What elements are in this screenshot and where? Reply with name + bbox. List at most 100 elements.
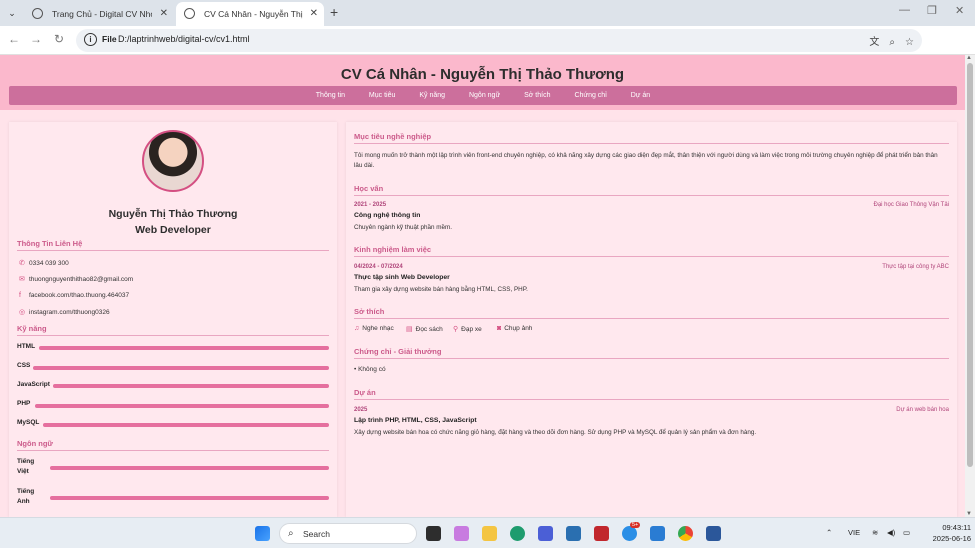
language-bar-fill — [50, 466, 329, 470]
certificate-text: Không có — [358, 366, 386, 373]
nav-ky-nang[interactable]: Kỹ năng — [419, 92, 445, 99]
wifi-icon[interactable]: ≋ — [872, 528, 878, 537]
reload-button[interactable]: ↻ — [51, 32, 67, 46]
skills-title: Kỹ năng — [17, 324, 329, 336]
zalo-icon[interactable] — [622, 526, 637, 541]
skill-bar-fill — [53, 384, 329, 388]
notification-badge: 5+ — [630, 522, 641, 528]
store-icon[interactable] — [566, 526, 581, 541]
avatar — [142, 130, 204, 192]
profile-name: Nguyễn Thị Thảo Thương — [108, 208, 238, 220]
language-label: Tiếng Việt — [17, 458, 35, 475]
instagram-icon: ◎ — [19, 309, 26, 316]
hobby-text: Chụp ảnh — [504, 325, 533, 332]
language-label: Tiếng Anh — [17, 488, 35, 505]
facebook-icon: f — [19, 292, 21, 299]
battery-icon[interactable]: ▭ — [903, 528, 910, 537]
nav-chung-chi[interactable]: Chứng chỉ — [574, 92, 606, 99]
window-close-button[interactable]: ✕ — [955, 4, 964, 17]
skill-label: MySQL — [17, 419, 40, 426]
nav-so-thich[interactable]: Sở thích — [524, 92, 550, 99]
close-icon[interactable]: ✕ — [160, 2, 168, 26]
hobby-item: ♫ Nghe nhạc — [354, 325, 394, 332]
clock[interactable]: 09:43:11 2025-06-16 — [915, 522, 971, 544]
forward-button[interactable]: → — [28, 32, 44, 46]
contact-instagram[interactable]: ◎ instagram.com/tthuong0326 — [19, 308, 110, 316]
copilot-icon[interactable] — [454, 526, 469, 541]
music-icon: ♫ — [354, 325, 360, 332]
vscode-icon[interactable] — [650, 526, 665, 541]
project-name: Dự án web bán hoa — [896, 407, 949, 413]
contact-title: Thông Tin Liên Hệ — [17, 239, 329, 251]
minimize-button[interactable]: — — [899, 4, 910, 16]
nav-ngon-ngu[interactable]: Ngôn ngữ — [469, 92, 500, 99]
experience-position: Thực tập sinh Web Developer — [354, 274, 450, 281]
chevron-up-icon[interactable]: ⌃ — [826, 528, 832, 537]
translate-icon[interactable]: 文 — [869, 37, 879, 48]
language-bar — [50, 496, 329, 500]
omnibox[interactable]: i File D:/laptrinhweb/digital-cv/cv1.htm… — [76, 29, 922, 52]
visual-studio-icon[interactable] — [538, 526, 553, 541]
tab-home[interactable]: Trang Chủ - Digital CV Nhóm 3 ✕ — [24, 2, 174, 26]
volume-icon[interactable]: ◀) — [887, 528, 895, 537]
hobby-text: Đọc sách — [415, 326, 443, 333]
project-tech: Lập trình PHP, HTML, CSS, JavaScript — [354, 417, 477, 424]
skill-label: CSS — [17, 362, 31, 369]
skill-bar-fill — [43, 423, 329, 427]
maximize-button[interactable]: ❐ — [927, 4, 937, 17]
skill-bar-fill — [35, 404, 329, 408]
skill-label: HTML — [17, 343, 36, 350]
experience-title: Kinh nghiệm làm việc — [354, 245, 949, 257]
contact-text: instagram.com/tthuong0326 — [29, 309, 110, 316]
address-bar: ← → ↻ i File D:/laptrinhweb/digital-cv/c… — [0, 26, 975, 72]
new-tab-button[interactable]: + — [330, 4, 338, 20]
word-icon[interactable] — [706, 526, 721, 541]
close-icon[interactable]: ✕ — [310, 2, 318, 26]
windows-start-icon[interactable] — [255, 526, 270, 541]
sidebar: Nguyễn Thị Thảo Thương Web Developer Thô… — [9, 122, 337, 517]
search-icon: ⌕ — [288, 528, 294, 539]
contact-email[interactable]: ✉ thuongnguyenthithao82@gmail.com — [19, 275, 133, 283]
tab-title: Trang Chủ - Digital CV Nhóm 3 — [52, 9, 152, 19]
page-title: CV Cá Nhân - Nguyễn Thị Thảo Thương — [340, 66, 625, 83]
zoom-icon[interactable]: ⌕ — [889, 37, 895, 48]
experience-period: 04/2024 - 07/2024 — [354, 264, 403, 270]
nav-du-an[interactable]: Dự án — [631, 92, 650, 99]
cv-page: CV Cá Nhân - Nguyễn Thị Thảo Thương Thôn… — [0, 55, 965, 517]
clock-time: 09:43:11 — [942, 523, 971, 532]
edge-icon[interactable] — [510, 526, 525, 541]
bicycle-icon: ⚲ — [453, 326, 459, 333]
file-explorer-icon[interactable] — [482, 526, 497, 541]
clock-date: 2025-06-16 — [932, 534, 971, 543]
tab-search-button[interactable]: ⌄ — [4, 5, 20, 21]
input-language[interactable]: VIE — [848, 528, 860, 537]
contact-facebook[interactable]: f facebook.com/thao.thuong.464037 — [19, 292, 129, 299]
task-view-icon[interactable] — [426, 526, 441, 541]
taskbar-search[interactable]: ⌕ Search — [279, 523, 417, 544]
page-scrollbar[interactable]: ▲ ▼ — [965, 55, 975, 517]
objective-text: Tôi mong muốn trở thành một lập trình vi… — [354, 152, 938, 169]
info-icon[interactable]: i — [84, 33, 97, 46]
chrome-icon[interactable] — [678, 526, 693, 541]
contact-text: facebook.com/thao.thuong.464037 — [29, 292, 130, 299]
profile-role: Web Developer — [135, 224, 211, 236]
contact-text: thuongnguyenthithao82@gmail.com — [29, 276, 134, 283]
bookmark-star-icon[interactable]: ☆ — [905, 37, 914, 48]
nav-thong-tin[interactable]: Thông tin — [316, 92, 345, 99]
objective-title: Mục tiêu nghề nghiệp — [354, 132, 949, 144]
language-bar-fill — [50, 496, 329, 500]
book-icon: ▤ — [406, 326, 413, 333]
education-title: Học vấn — [354, 184, 949, 196]
skill-label: PHP — [17, 400, 31, 407]
url-text[interactable]: D:/laptrinhweb/digital-cv/cv1.html — [118, 34, 250, 44]
back-button[interactable]: ← — [6, 32, 22, 46]
scroll-up-icon[interactable]: ▲ — [966, 55, 972, 61]
hobby-text: Đạp xe — [461, 326, 482, 333]
skill-bar — [39, 346, 329, 350]
education-major: Công nghệ thông tin — [354, 212, 421, 219]
nav-muc-tieu[interactable]: Mục tiêu — [369, 92, 395, 99]
mcafee-icon[interactable] — [594, 526, 609, 541]
tab-cv[interactable]: CV Cá Nhân - Nguyễn Thị Thảo ✕ — [176, 2, 324, 26]
scroll-thumb[interactable] — [967, 63, 973, 467]
mail-icon: ✉ — [19, 276, 25, 283]
